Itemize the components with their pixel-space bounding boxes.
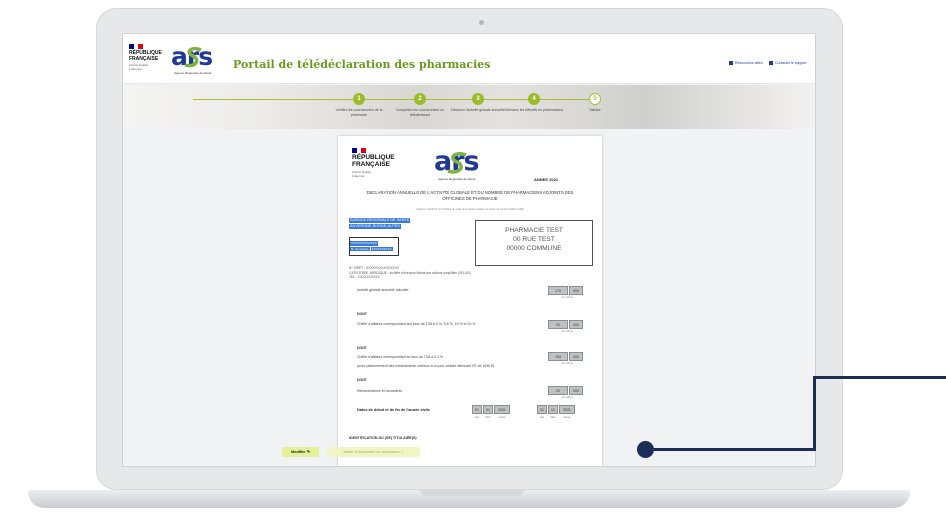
step-3[interactable]: 3 Déclarez l'activité globale annuelle [448, 93, 508, 113]
date-start-month: 01 [483, 405, 493, 414]
mail-icon [769, 61, 773, 65]
ars-subtitle: Agence Régionale de Santé [174, 71, 212, 75]
callout-line-vertical [813, 376, 816, 451]
date-start-year: 2021 [494, 405, 510, 414]
row-tva21-value-2: 000 [569, 352, 583, 361]
row-activite-value-2: 000 [569, 286, 583, 295]
declaration-document: RÉPUBLIQUE FRANÇAISE Liberté Égalité Fra… [338, 136, 602, 466]
doc-year: ANNEE 2021 [534, 177, 559, 182]
ars-swoosh-icon [447, 152, 467, 174]
resources-link[interactable]: Ressources utiles [729, 61, 763, 65]
date-start-day: 01 [472, 405, 482, 414]
callout-line-top [813, 376, 946, 379]
row-tva-label: Chiffre d'affaires correspondant aux tau… [357, 322, 476, 326]
laptop-notch [420, 490, 524, 496]
doc-motto: Liberté Égalité Fraternité [352, 170, 372, 178]
doc-republique: RÉPUBLIQUE FRANÇAISE [352, 154, 395, 168]
date-end-day: 31 [537, 405, 547, 414]
ident-heading: IDENTIFICATION DU (DE) TITULAIRE(S) [349, 436, 417, 440]
row-activite-unit: En milliers [562, 296, 574, 299]
caption-day-end: Jour [539, 416, 545, 419]
row-activite-value-1: 170 [548, 286, 568, 295]
modifier-button[interactable]: Modifier ✎ [282, 447, 319, 457]
ars-swoosh-icon [184, 46, 202, 68]
service-line-2: N° de licence XXXXXXXXXX [350, 247, 393, 251]
republique-label: RÉPUBLIQUE FRANÇAISE [129, 50, 162, 62]
callout-line-horizontal [648, 448, 816, 451]
valider-transmettre-button[interactable]: Valider et transmettre les déclarations … [327, 447, 420, 457]
service-line-1: XXXXXXXXXXXXX [350, 241, 379, 246]
row-tva-value-1: 30 [548, 320, 568, 329]
callout-dot [637, 441, 654, 458]
doc-heading: DECLARATION ANNUELLE DE L'ACTIVITE GLOBA… [366, 190, 574, 201]
french-flag-icon [352, 148, 367, 153]
dates-label: Dates de début et de fin de l'année civi… [357, 408, 430, 412]
step-4[interactable]: 4 Déclarez les effectifs en pharmaciens [504, 93, 564, 113]
check-icon: ✓ [400, 450, 404, 454]
caption-year-start: Année [498, 416, 506, 419]
service-value: XXXXXXXXXX [370, 247, 393, 251]
step-5[interactable]: 5 Validez [565, 93, 625, 113]
progress-banner: 1 Vérifiez les coordonnées de la pharmaci… [123, 85, 815, 129]
step-1[interactable]: 1 Vérifiez les coordonnées de la pharmaci… [329, 93, 389, 117]
step-2[interactable]: 2 Complétez les coordonnées du télédéclar… [390, 93, 450, 117]
dont-label-1: DONT [357, 312, 367, 316]
portal-title: Portail de télédéclaration des pharmacie… [233, 58, 491, 71]
dont-label-2: DONT [357, 346, 367, 350]
pharmacy-address: PHARMACIE TEST 00 RUE TEST 00000 COMMUNE [475, 220, 593, 266]
agency-line-2: AUVERGNE-RHÔNE-ALPES [349, 224, 401, 230]
row-remuneration-value-2: 000 [569, 386, 583, 395]
caption-year-end: Année [563, 416, 571, 419]
top-header: RÉPUBLIQUE FRANÇAISE Liberté Égalité Fra… [123, 34, 815, 84]
row-remuneration-value-1: 20 [548, 386, 568, 395]
french-flag-icon [129, 44, 144, 49]
laptop-mockup: RÉPUBLIQUE FRANÇAISE Liberté Égalité Fra… [0, 0, 946, 520]
row-activite-label: Activité globale annuelle calculée [357, 288, 409, 292]
support-link[interactable]: Contacter le support [769, 61, 807, 65]
date-end-month: 12 [548, 405, 558, 414]
motto-label: Liberté Égalité Fraternité [129, 63, 149, 71]
row-tva21-value-1: 100 [548, 352, 568, 361]
telephone: TEL : XXXXXXXXXX [349, 275, 380, 280]
screen: RÉPUBLIQUE FRANÇAISE Liberté Égalité Fra… [122, 33, 816, 467]
row-remuneration-label: Rémunérations et honoraires [357, 389, 403, 393]
caption-day-start: Jour [474, 416, 480, 419]
doc-ars-subtitle: Agence Régionale de Santé [438, 177, 476, 181]
document-icon [729, 61, 733, 65]
row-tva-unit: En milliers [562, 330, 574, 333]
row-tva21-unit: En milliers [562, 362, 574, 365]
caption-month-end: Mois [550, 416, 556, 419]
doc-reference: Articles L.5125-10 et D.5125-4 du code d… [416, 208, 524, 211]
date-end-year: 2021 [559, 405, 575, 414]
pencil-icon: ✎ [306, 450, 310, 454]
dont-label-3: DONT [357, 378, 367, 382]
agency-line-1: AGENCE REGIONALE DE SANTE [349, 218, 411, 224]
row-note: (avec plafonnement des médicaments onére… [357, 364, 495, 368]
pharmacy-ids: N° SIRET : XXXXXXXXXXXXXXX CATEGORIE JUR… [349, 266, 549, 280]
webcam-dot [479, 20, 484, 25]
caption-month-start: Mois [485, 416, 491, 419]
row-tva-value-2: 000 [569, 320, 583, 329]
row-remuneration-unit: En milliers [562, 396, 574, 399]
content-area: RÉPUBLIQUE FRANÇAISE Liberté Égalité Fra… [123, 129, 815, 466]
row-tva21-label: Chiffre d'affaires correspondant au taux… [357, 355, 444, 359]
